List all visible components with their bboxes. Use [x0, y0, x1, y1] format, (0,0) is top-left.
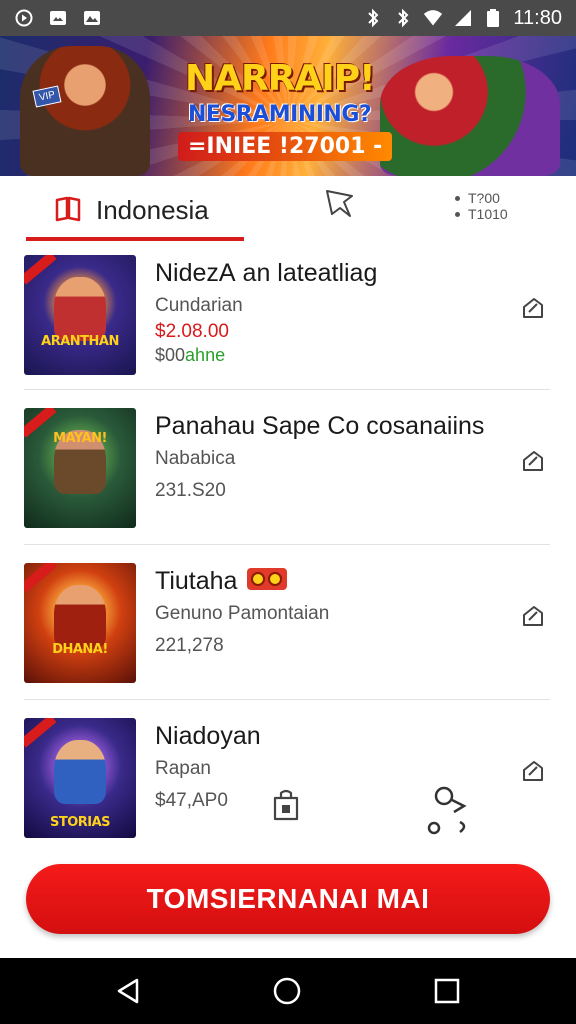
item-title: Panahau Sape Co cosanaiins [155, 412, 485, 440]
divider [24, 544, 550, 545]
rocket-icon[interactable] [322, 186, 358, 222]
item-subtitle: Rapan [155, 758, 211, 779]
list-item[interactable]: DHANA! Tiutaha Genuno Pamontaian 221,278 [24, 563, 552, 713]
banner-dateline: =INIEE !27001 - [178, 132, 393, 161]
item-price: 231.S20 [155, 480, 226, 501]
clock: 11:80 [513, 6, 562, 29]
item-title: Niadoyan [155, 722, 261, 750]
thumb-character [54, 277, 106, 341]
active-tab-indicator [26, 237, 244, 241]
vibrate-icon [393, 8, 413, 28]
thumb-title: DHANA! [52, 642, 108, 657]
swap-coins-icon[interactable] [424, 782, 472, 836]
bluetooth-icon [363, 8, 383, 28]
item-secondary-price: $00ahne [155, 345, 225, 366]
list-item[interactable]: ARANTHAN NidezА an lateatliag Cundarian … [24, 255, 552, 405]
edit-icon[interactable] [520, 448, 546, 474]
thumb-corner-ribbon [24, 255, 57, 285]
divider [24, 389, 550, 390]
item-subtitle: Cundarian [155, 295, 243, 316]
record-icon [14, 8, 34, 28]
tab-stats[interactable]: T?00 T1010 [455, 190, 535, 222]
system-nav-bar [0, 958, 576, 1024]
thumb-character [54, 740, 106, 804]
divider [24, 699, 550, 700]
game-thumbnail[interactable]: MAYAN! [24, 408, 136, 528]
banner-hero-left [20, 46, 150, 176]
item-subtitle: Genuno Pamontaian [155, 603, 330, 624]
tab-indonesia[interactable]: Indonesia [26, 184, 244, 236]
banner-headline: NARRAIP! [185, 58, 375, 99]
status-bar: 11:80 [0, 0, 576, 36]
item-title: Tiutaha [155, 567, 288, 596]
banner-subline: NESRAMINING? [188, 102, 372, 127]
item-price: $47,AP0 [155, 790, 228, 811]
price-prefix: $00 [155, 345, 186, 365]
thumb-corner-ribbon [24, 563, 57, 593]
back-icon[interactable] [114, 976, 144, 1006]
tab-indonesia-label: Indonesia [96, 194, 209, 225]
item-price: 221,278 [155, 635, 224, 656]
item-price: $2.08.00 [155, 321, 229, 342]
edit-icon[interactable] [520, 295, 546, 321]
thumb-title: MAYAN! [53, 431, 107, 446]
stat-bottom: T1010 [468, 206, 508, 222]
promo-banner[interactable]: VIP NARRAIP! NESRAMINING? =INIEE !27001 … [0, 36, 576, 176]
thumb-title: STORIAS [49, 815, 111, 830]
edit-icon[interactable] [520, 603, 546, 629]
list-item[interactable]: MAYAN! Panahau Sape Co cosanaiins Nababi… [24, 408, 552, 558]
item-subtitle: Nababica [155, 448, 236, 469]
primary-cta-button[interactable]: TOMSIERNANAI MAI [26, 864, 550, 934]
stat-dot [455, 211, 460, 217]
home-icon[interactable] [272, 976, 302, 1006]
wifi-icon [423, 8, 443, 28]
shopping-bag-icon[interactable] [270, 788, 302, 822]
edit-icon[interactable] [520, 758, 546, 784]
thumb-title: ARANTHAN [41, 334, 119, 349]
stat-top: T?00 [468, 190, 500, 206]
game-thumbnail[interactable]: DHANA! [24, 563, 136, 683]
battery-icon [483, 8, 503, 28]
game-thumbnail[interactable]: ARANTHAN [24, 255, 136, 375]
image-icon [48, 8, 68, 28]
price-green-text: ahne [185, 345, 226, 365]
book-icon [54, 194, 82, 227]
gallery-icon [82, 8, 102, 28]
coupon-badge-icon [247, 568, 288, 591]
signal-icon [453, 8, 473, 28]
recents-icon[interactable] [432, 976, 462, 1006]
banner-hero-right [380, 56, 560, 176]
thumb-character [54, 585, 106, 649]
game-thumbnail[interactable]: STORIAS [24, 718, 136, 838]
item-title-text: Tiutaha [155, 567, 238, 595]
item-title: NidezА an lateatliag [155, 259, 378, 287]
thumb-corner-ribbon [24, 718, 57, 748]
stat-dot [455, 195, 460, 201]
